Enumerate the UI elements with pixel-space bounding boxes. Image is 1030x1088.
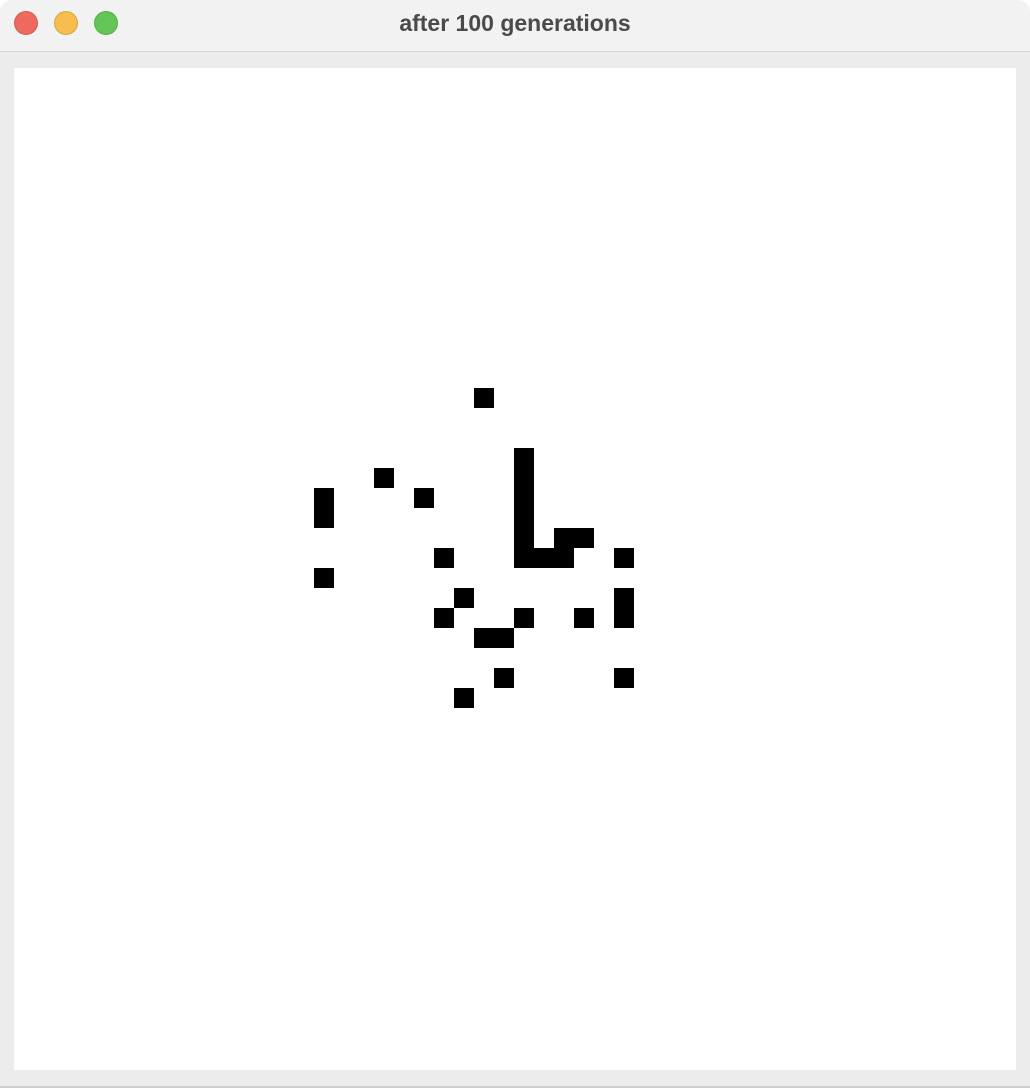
live-cell [434,608,454,628]
live-cell [514,608,534,628]
live-cell [614,608,634,628]
live-cell [314,488,334,508]
live-cell [614,668,634,688]
live-cell [374,468,394,488]
live-cell [554,528,574,548]
life-grid-canvas[interactable] [14,68,1016,1070]
app-window: after 100 generations [0,0,1030,1088]
live-cell [434,548,454,568]
live-cell [574,528,594,548]
live-cell [494,668,514,688]
live-cell [514,548,534,568]
live-cell [514,528,534,548]
live-cell [514,508,534,528]
title-bar[interactable]: after 100 generations [0,0,1030,52]
live-cell [414,488,434,508]
live-cell [454,688,474,708]
live-cell [534,548,554,568]
window-title: after 100 generations [399,10,631,36]
live-cell [514,448,534,468]
live-cell [574,608,594,628]
live-cell [554,548,574,568]
live-cell [614,548,634,568]
live-cell [474,388,494,408]
live-cell [614,588,634,608]
live-cell [494,628,514,648]
live-cell [454,588,474,608]
live-cell [474,628,494,648]
live-cell [314,508,334,528]
live-cell [314,568,334,588]
live-cell [514,468,534,488]
live-cell [514,488,534,508]
